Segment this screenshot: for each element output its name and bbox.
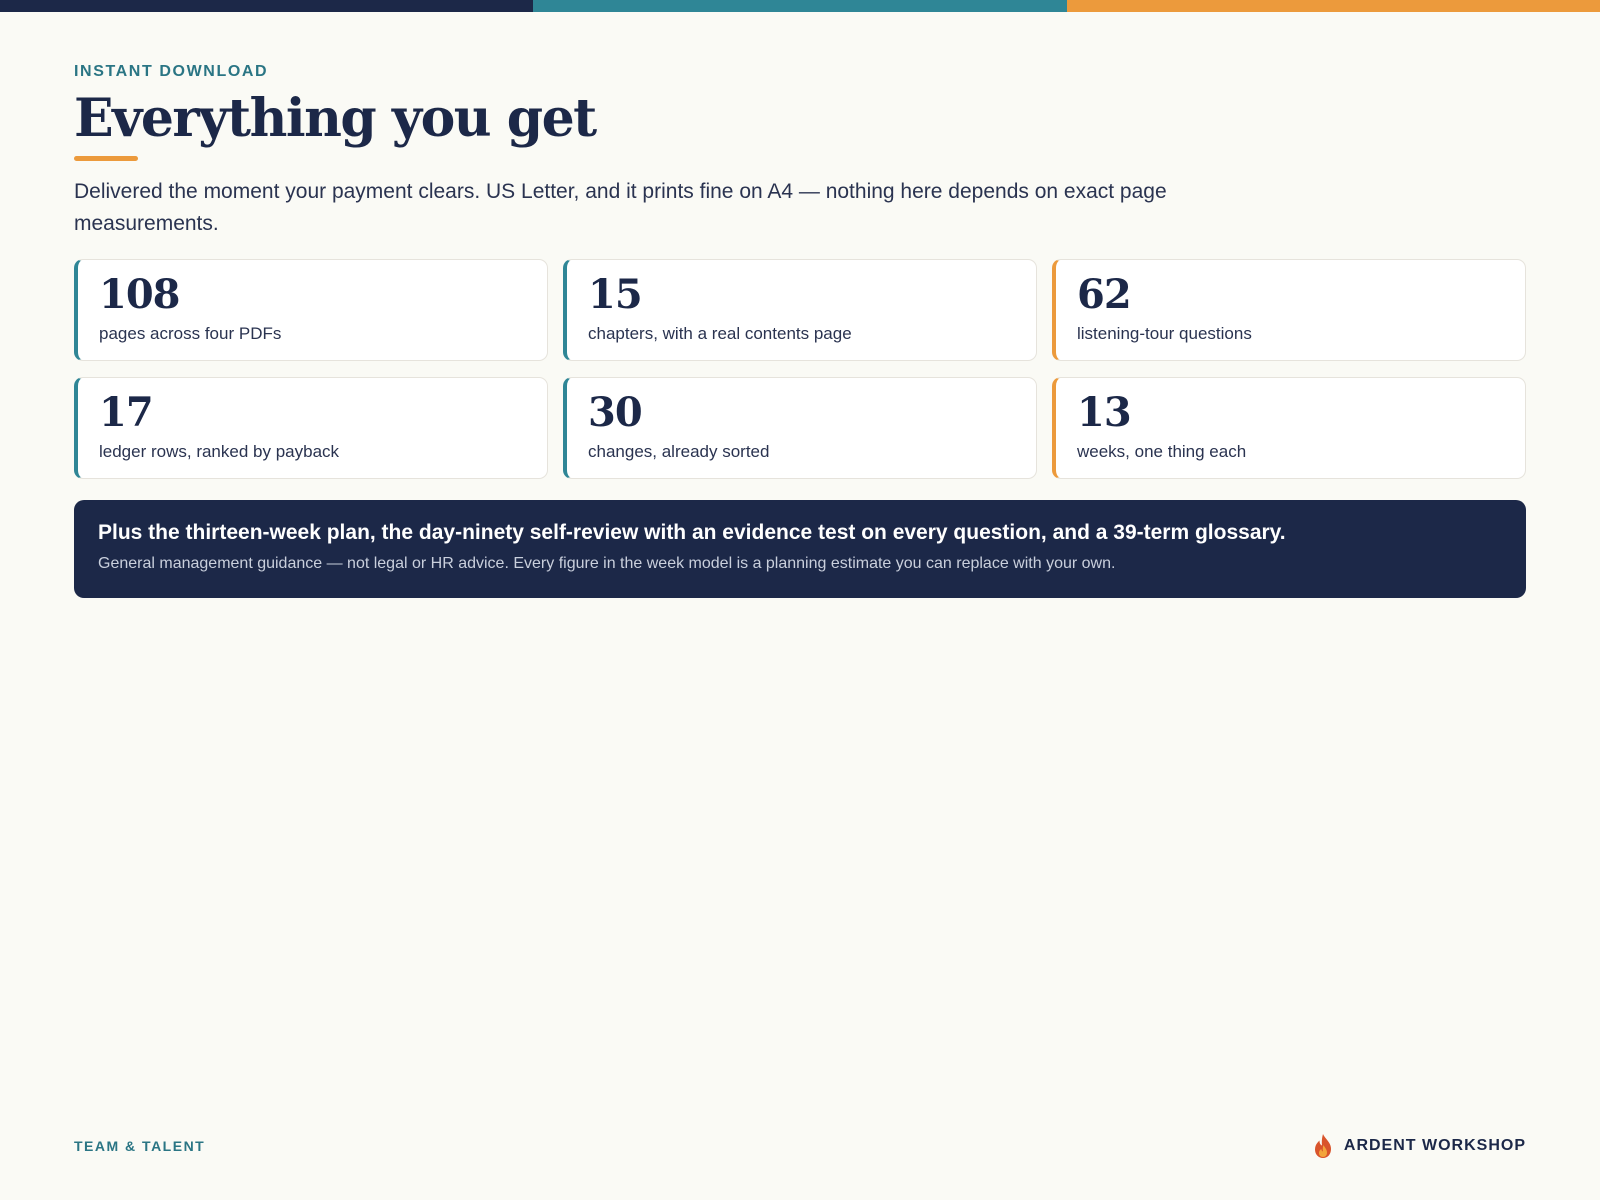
- callout-disclaimer: General management guidance — not legal …: [98, 555, 1116, 572]
- stat-label: chapters, with a real contents page: [588, 324, 852, 343]
- eyebrow-label: INSTANT DOWNLOAD: [74, 63, 269, 80]
- stat-card-questions: 62 listening-tour questions: [1052, 259, 1526, 361]
- intro-paragraph: Delivered the moment your payment clears…: [74, 180, 1167, 235]
- stat-card-chapters: 15 chapters, with a real contents page: [563, 259, 1037, 361]
- stat-card-pages: 108 pages across four PDFs: [74, 259, 548, 361]
- top-bar-teal-segment: [533, 0, 1067, 12]
- footer-section-label: TEAM & TALENT: [74, 1138, 206, 1154]
- stat-number: 108: [99, 271, 181, 318]
- footer-brand: ARDENT WORKSHOP: [1312, 1133, 1526, 1159]
- callout-headline: Plus the thirteen-week plan, the day-nin…: [98, 521, 1286, 544]
- top-bar-navy-segment: [0, 0, 534, 12]
- stat-number: 17: [99, 389, 154, 436]
- stat-label: changes, already sorted: [588, 442, 770, 461]
- stat-number: 13: [1077, 389, 1132, 436]
- callout-banner: Plus the thirteen-week plan, the day-nin…: [74, 500, 1526, 598]
- stat-number: 62: [1077, 271, 1132, 318]
- brand-name: ARDENT WORKSHOP: [1343, 1137, 1526, 1154]
- stat-label: listening-tour questions: [1077, 324, 1252, 343]
- top-color-bar: [0, 0, 1600, 12]
- stat-card-weeks: 13 weeks, one thing each: [1052, 377, 1526, 479]
- stat-label: weeks, one thing each: [1077, 442, 1247, 461]
- page-title: Everything you get: [74, 88, 597, 149]
- top-bar-orange-segment: [1066, 0, 1600, 12]
- stat-number: 15: [588, 271, 643, 318]
- stat-label: ledger rows, ranked by payback: [99, 442, 340, 461]
- stat-number: 30: [588, 389, 643, 436]
- stat-label: pages across four PDFs: [99, 324, 282, 343]
- stat-card-ledger-rows: 17 ledger rows, ranked by payback: [74, 377, 548, 479]
- stats-grid: 108 pages across four PDFs 15 chapters, …: [74, 259, 1526, 479]
- stat-card-changes: 30 changes, already sorted: [563, 377, 1037, 479]
- title-underline: [74, 156, 138, 161]
- flame-logo-icon: [1314, 1134, 1331, 1158]
